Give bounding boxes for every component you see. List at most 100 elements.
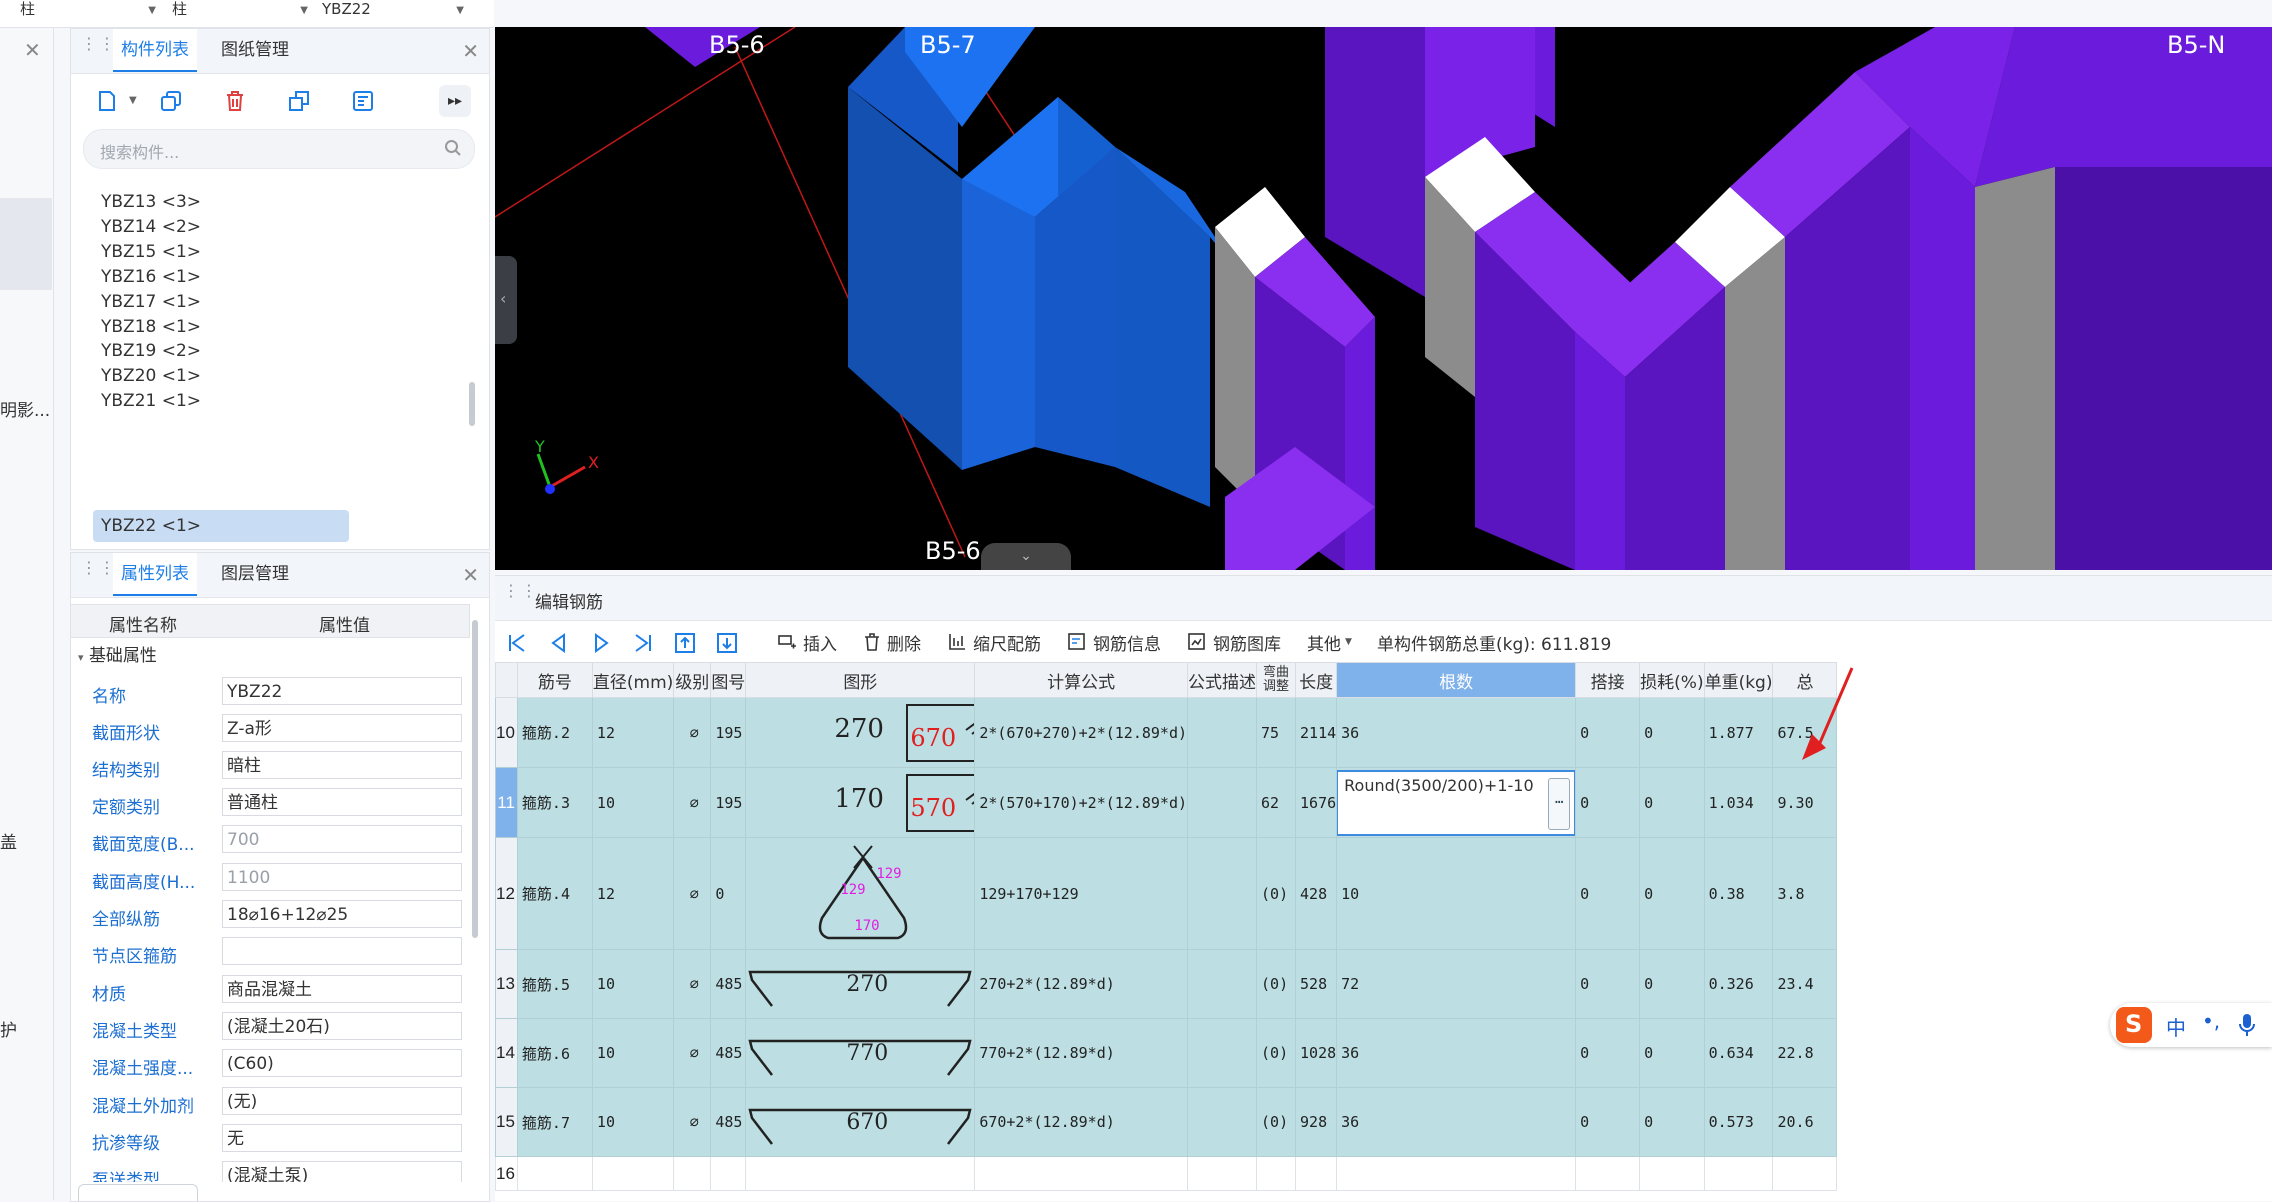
drag-handle-icon[interactable]: ⋮⋮ xyxy=(503,583,537,608)
3d-viewport[interactable]: B5-6 B5-7 B5-N B5-6 X Y ⌄ xyxy=(495,27,2272,570)
property-value[interactable] xyxy=(222,937,462,965)
other-menu-button[interactable]: 其他 ▼ xyxy=(1307,629,1352,655)
shape-dimension[interactable]: 570 xyxy=(910,794,956,822)
lap-cell[interactable]: 0 xyxy=(1575,1087,1641,1157)
grade-cell[interactable]: ⌀ xyxy=(673,949,712,1019)
move-down-icon[interactable] xyxy=(715,631,739,655)
diameter-cell[interactable]: 12 xyxy=(591,697,675,768)
lap-cell[interactable]: 0 xyxy=(1575,949,1641,1019)
loss-cell[interactable]: 0 xyxy=(1639,1018,1705,1088)
column-header[interactable]: 长度 xyxy=(1295,662,1338,698)
scale-rebar-button[interactable]: 缩尺配筋 xyxy=(947,629,1041,655)
tab-component-list[interactable]: 构件列表 xyxy=(113,29,197,72)
table-row-empty[interactable]: 16 xyxy=(495,1156,1838,1191)
unit-weight-cell[interactable]: 1.034 xyxy=(1703,767,1774,838)
loss-cell[interactable]: 0 xyxy=(1639,697,1705,768)
column-header[interactable]: 直径(mm) xyxy=(591,662,675,698)
column-header[interactable]: 级别 xyxy=(673,662,712,698)
collapse-left-panel-tab[interactable]: ‹ xyxy=(495,256,517,344)
table-row[interactable]: 12 箍筋.4 12 ⌀ 0 129 129 170 129+170+129 (… xyxy=(495,837,1838,950)
ime-mode-label[interactable]: 中 xyxy=(2166,1012,2186,1041)
length-cell[interactable]: 1028 xyxy=(1295,1018,1338,1088)
property-value[interactable]: YBZ22 xyxy=(222,677,462,705)
component-item[interactable]: YBZ21 <1> xyxy=(93,385,351,417)
shape-cell[interactable]: 170 570 xyxy=(745,767,976,838)
drag-handle-icon[interactable]: ⋮⋮ xyxy=(81,36,115,61)
empty-cell[interactable] xyxy=(974,1156,1189,1191)
grade-cell[interactable]: ⌀ xyxy=(673,767,712,838)
component-item-selected[interactable]: YBZ22 <1> xyxy=(93,510,349,542)
formula-desc-cell[interactable] xyxy=(1187,1018,1258,1088)
figure-number-cell[interactable]: 485 xyxy=(710,1018,747,1088)
shape-dimension[interactable]: 670 xyxy=(910,724,956,752)
expand-editor-handle[interactable]: ⌄ xyxy=(981,543,1071,570)
more-options-button[interactable]: … xyxy=(1548,777,1571,830)
shape-dimension[interactable]: 270 xyxy=(846,972,888,997)
microphone-icon[interactable] xyxy=(2238,1013,2256,1037)
column-header[interactable]: 图形 xyxy=(745,662,976,698)
tab-property-list[interactable]: 属性列表 xyxy=(113,553,197,596)
bend-cell[interactable]: (0) xyxy=(1256,1087,1297,1157)
table-row[interactable]: 10 箍筋.2 12 ⌀ 195 270 670 2*(670+270)+2*(… xyxy=(495,697,1838,768)
diameter-cell[interactable]: 10 xyxy=(591,767,675,838)
count-cell[interactable]: 36 xyxy=(1336,1018,1577,1088)
collapse-triangle-icon[interactable]: ▾ xyxy=(78,651,84,664)
property-value[interactable]: 无 xyxy=(222,1124,462,1152)
formula-cell[interactable]: 2*(670+270)+2*(12.89*d) xyxy=(974,697,1189,768)
more-tools-icon[interactable]: ▸▸ xyxy=(439,85,471,117)
list-scrollbar[interactable] xyxy=(469,382,475,426)
rebar-name-cell[interactable]: 箍筋.6 xyxy=(516,1018,593,1088)
rebar-name-cell[interactable]: 箍筋.5 xyxy=(516,949,593,1019)
unit-weight-cell[interactable]: 0.573 xyxy=(1703,1087,1774,1157)
3d-model-canvas[interactable] xyxy=(495,27,2272,570)
loss-cell[interactable]: 0 xyxy=(1639,949,1705,1019)
close-icon[interactable]: ✕ xyxy=(462,39,479,63)
total-weight-cell[interactable]: 9.30 xyxy=(1772,767,1838,838)
lap-cell[interactable]: 0 xyxy=(1575,1018,1641,1088)
formula-desc-cell[interactable] xyxy=(1187,697,1258,768)
column-header[interactable]: 筋号 xyxy=(516,662,593,698)
empty-cell[interactable] xyxy=(1256,1156,1297,1191)
unit-weight-cell[interactable]: 0.38 xyxy=(1703,837,1774,950)
shape-dimension[interactable]: 129 xyxy=(876,866,901,882)
search-icon[interactable] xyxy=(444,139,462,157)
formula-cell[interactable]: 129+170+129 xyxy=(974,837,1189,950)
move-up-icon[interactable] xyxy=(673,631,697,655)
close-icon[interactable]: ✕ xyxy=(462,563,479,587)
row-number[interactable]: 14 xyxy=(495,1018,518,1088)
empty-cell[interactable] xyxy=(1703,1156,1774,1191)
shape-dimension[interactable]: 129 xyxy=(840,882,865,898)
bend-cell[interactable]: (0) xyxy=(1256,1018,1297,1088)
diameter-cell[interactable]: 10 xyxy=(591,1087,675,1157)
property-value[interactable]: 商品混凝土 xyxy=(222,975,462,1003)
loss-cell[interactable]: 0 xyxy=(1639,837,1705,950)
tab-drawing-management[interactable]: 图纸管理 xyxy=(213,29,297,72)
empty-cell[interactable] xyxy=(1639,1156,1705,1191)
length-cell[interactable]: 528 xyxy=(1295,949,1338,1019)
component-name-select[interactable]: YBZ22 ▼ xyxy=(322,0,468,22)
column-header[interactable]: 计算公式 xyxy=(974,662,1189,698)
lap-cell[interactable]: 0 xyxy=(1575,767,1641,838)
shape-cell[interactable]: 270 670 xyxy=(745,697,976,768)
total-weight-cell[interactable]: 20.6 xyxy=(1772,1087,1838,1157)
bend-cell[interactable]: 62 xyxy=(1256,767,1297,838)
empty-cell[interactable] xyxy=(1575,1156,1641,1191)
empty-cell[interactable] xyxy=(1295,1156,1338,1191)
unit-weight-cell[interactable]: 0.326 xyxy=(1703,949,1774,1019)
loss-cell[interactable]: 0 xyxy=(1639,767,1705,838)
formula-desc-cell[interactable] xyxy=(1187,949,1258,1019)
nav-label-protect[interactable]: 护 xyxy=(0,1016,17,1041)
count-cell[interactable]: 10 xyxy=(1336,837,1577,950)
shape-cell[interactable]: 770 xyxy=(745,1018,976,1088)
table-row-selected[interactable]: 11 箍筋.3 10 ⌀ 195 170 570 2*(570+170)+2*(… xyxy=(495,767,1838,838)
bend-cell[interactable]: 75 xyxy=(1256,697,1297,768)
length-cell[interactable]: 1676 xyxy=(1295,767,1338,838)
new-component-icon[interactable] xyxy=(91,85,123,117)
delete-button[interactable]: 删除 xyxy=(863,629,921,655)
formula-cell[interactable]: 270+2*(12.89*d) xyxy=(974,949,1189,1019)
ime-toolbar[interactable]: S 中 •, xyxy=(2110,1003,2272,1047)
property-value[interactable]: (C60) xyxy=(222,1049,462,1077)
layer-copy-icon[interactable] xyxy=(283,85,315,117)
shape-cell[interactable]: 270 xyxy=(745,949,976,1019)
formula-desc-cell[interactable] xyxy=(1187,1087,1258,1157)
